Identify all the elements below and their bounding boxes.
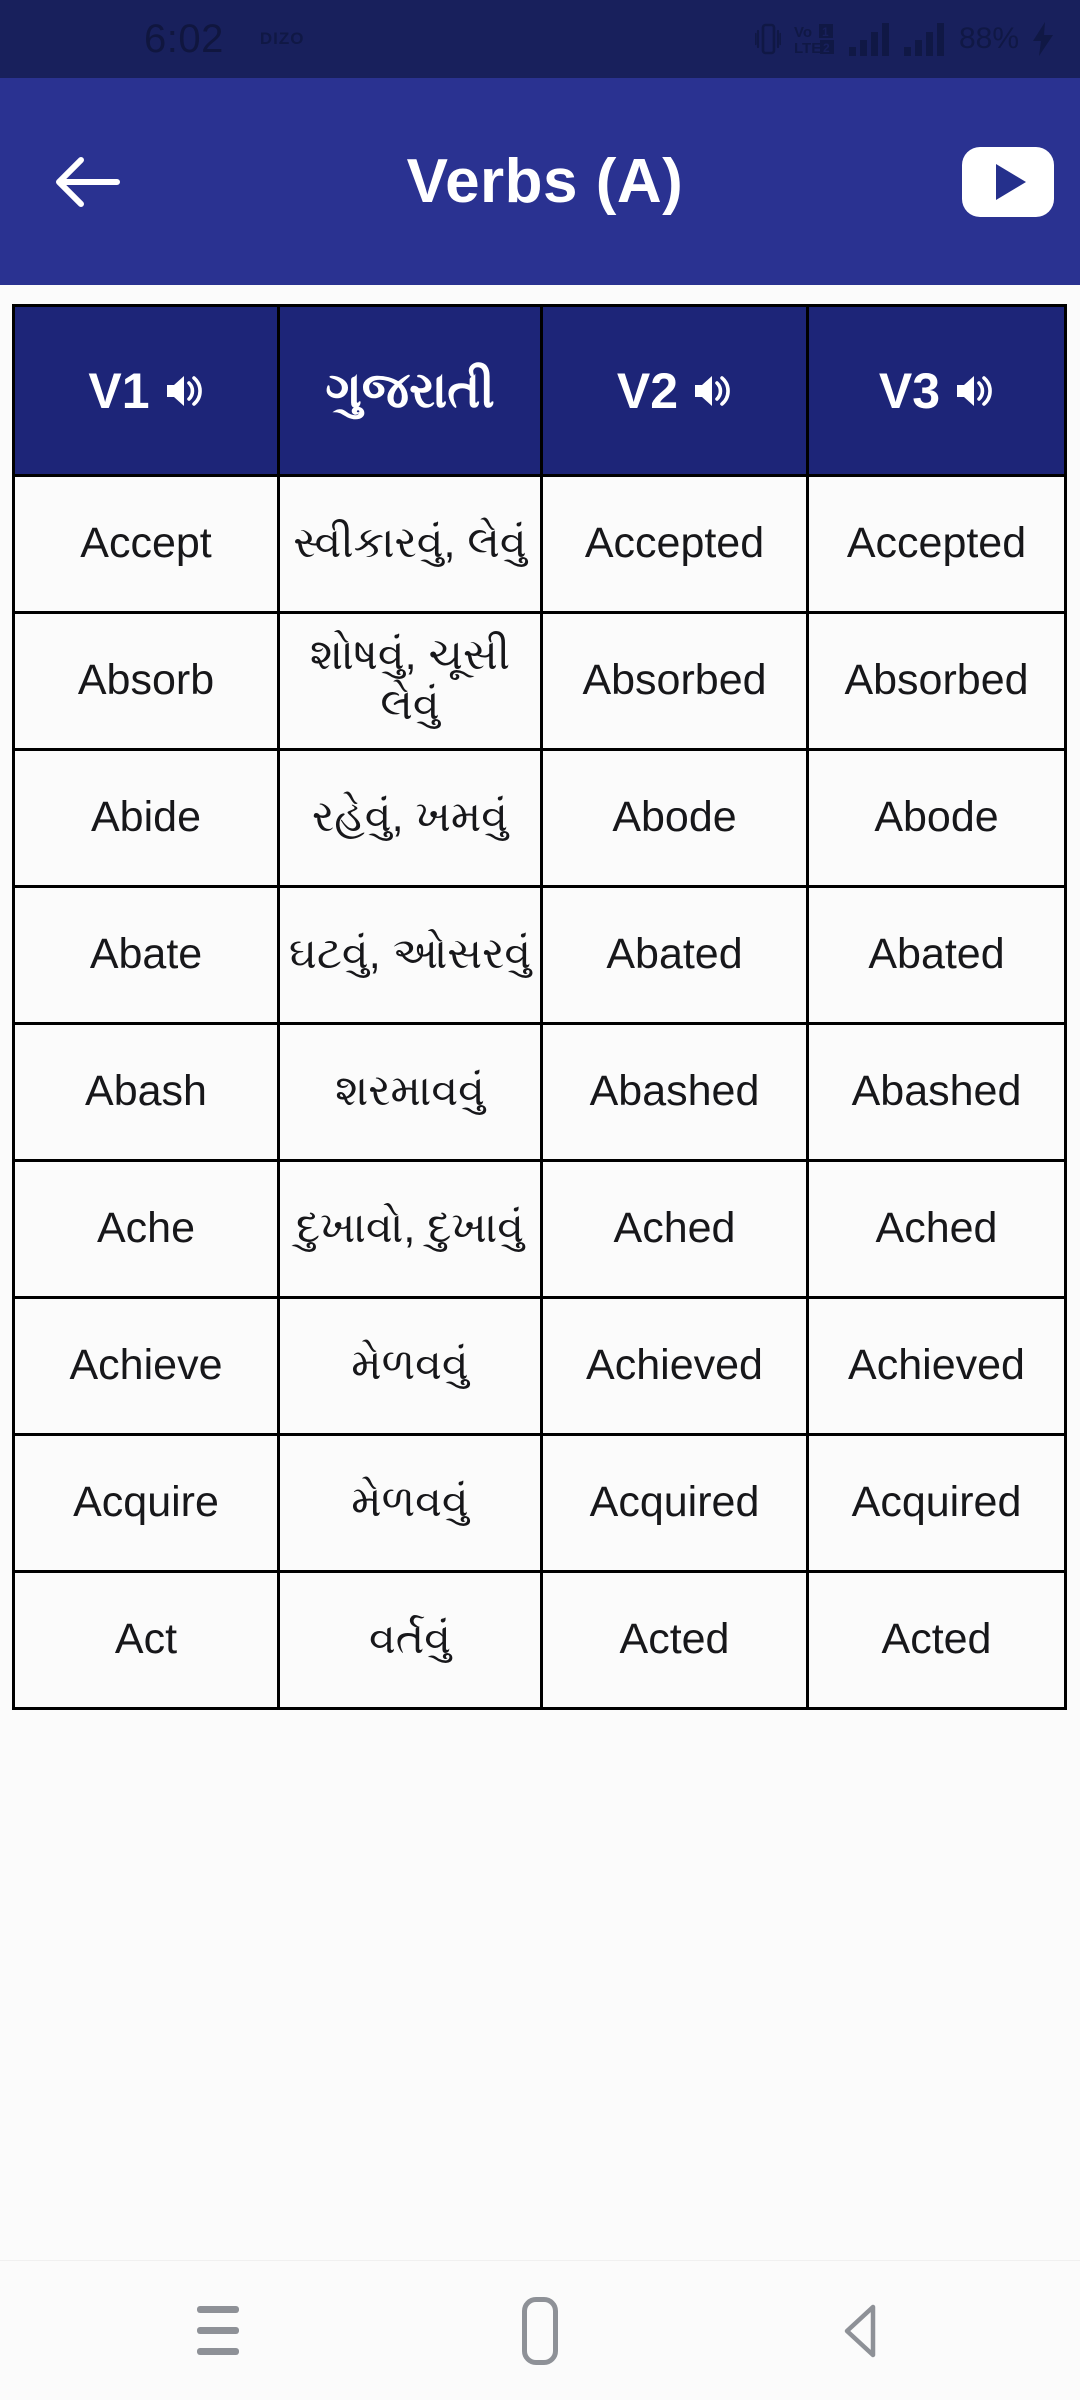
nav-back-button[interactable]: [807, 2276, 917, 2386]
status-bar: 6:02 DIZO Vo 1 LTE 2 88%: [0, 0, 1080, 78]
cell-gujarati[interactable]: રહેવું, ખમવું: [277, 748, 543, 888]
youtube-icon: [996, 163, 1026, 200]
cell-gujarati[interactable]: શરમાવવું: [277, 1022, 543, 1162]
table-row[interactable]: Achieve મેળવવું Achieved Achieved: [12, 1296, 1067, 1436]
cell-v2[interactable]: Absorbed: [540, 611, 809, 751]
cell-v1[interactable]: Accept: [12, 474, 280, 614]
signal-bars-icon-2: [903, 23, 944, 56]
app-bar: Verbs (A): [0, 78, 1080, 285]
home-button[interactable]: [485, 2276, 595, 2386]
verb-table-scroll-area[interactable]: V1 ગુજરાતી V2 V3 Accept સ્વીકારવું, લેવુ…: [0, 285, 1080, 2260]
svg-text:1: 1: [822, 25, 829, 39]
cell-v2[interactable]: Abode: [540, 748, 809, 888]
table-row[interactable]: Ache દુખાવો, દુખાવું Ached Ached: [12, 1159, 1067, 1299]
cell-v3[interactable]: Abashed: [806, 1022, 1067, 1162]
cell-gujarati[interactable]: દુખાવો, દુખાવું: [277, 1159, 543, 1299]
battery-percentage: 88%: [958, 22, 1019, 55]
cell-v3[interactable]: Absorbed: [806, 611, 1067, 751]
svg-text:LTE: LTE: [794, 40, 821, 56]
table-row[interactable]: Abide રહેવું, ખમવું Abode Abode: [12, 748, 1067, 888]
cell-v1[interactable]: Abide: [12, 748, 280, 888]
cell-v3[interactable]: Abode: [806, 748, 1067, 888]
speaker-icon[interactable]: [164, 373, 204, 409]
table-row[interactable]: Act વર્તવું Acted Acted: [12, 1570, 1067, 1710]
cell-v2[interactable]: Accepted: [540, 474, 809, 614]
recents-menu-icon: [197, 2306, 239, 2355]
cell-v1[interactable]: Act: [12, 1570, 280, 1710]
column-header-v2[interactable]: V2: [540, 304, 809, 477]
cell-v2[interactable]: Abashed: [540, 1022, 809, 1162]
column-header-v3[interactable]: V3: [806, 304, 1067, 477]
column-header-v2-label: V2: [616, 362, 679, 419]
volte-icon: Vo 1 LTE 2: [794, 24, 834, 56]
cell-v1[interactable]: Abate: [12, 885, 280, 1025]
youtube-button[interactable]: [962, 146, 1054, 217]
column-header-v3-label: V3: [878, 362, 941, 419]
home-icon: [522, 2296, 558, 2365]
cell-v1[interactable]: Abash: [12, 1022, 280, 1162]
verb-table-header: V1 ગુજરાતી V2 V3: [12, 304, 1067, 477]
cell-v2[interactable]: Ached: [540, 1159, 809, 1299]
table-row[interactable]: Abate ઘટવું, ઓસરવું Abated Abated: [12, 885, 1067, 1025]
table-header-row: V1 ગુજરાતી V2 V3: [12, 304, 1067, 477]
android-nav-bar: [0, 2260, 1080, 2400]
cell-v1[interactable]: Achieve: [12, 1296, 280, 1436]
table-row[interactable]: Accept સ્વીકારવું, લેવું Accepted Accept…: [12, 474, 1067, 614]
cell-gujarati[interactable]: ઘટવું, ઓસરવું: [277, 885, 543, 1025]
table-row[interactable]: Abash શરમાવવું Abashed Abashed: [12, 1022, 1067, 1162]
cell-v2[interactable]: Acted: [540, 1570, 809, 1710]
cell-v3[interactable]: Acted: [806, 1570, 1067, 1710]
table-row[interactable]: Acquire મેળવવું Acquired Acquired: [12, 1433, 1067, 1573]
cell-v3[interactable]: Abated: [806, 885, 1067, 1025]
status-bar-carrier: DIZO: [259, 29, 305, 48]
cell-v3[interactable]: Achieved: [806, 1296, 1067, 1436]
vibrate-icon: [754, 23, 781, 55]
svg-text:Vo: Vo: [794, 24, 812, 41]
signal-bars-icon-1: [848, 23, 889, 56]
status-bar-time: 6:02: [144, 16, 224, 61]
cell-gujarati[interactable]: વર્તવું: [277, 1570, 543, 1710]
status-bar-icons: Vo 1 LTE 2 88%: [754, 22, 1054, 56]
recents-button[interactable]: [163, 2276, 273, 2386]
cell-gujarati[interactable]: સ્વીકારવું, લેવું: [277, 474, 543, 614]
cell-v1[interactable]: Ache: [12, 1159, 280, 1299]
column-header-gujarati[interactable]: ગુજરાતી: [277, 304, 543, 477]
cell-v2[interactable]: Acquired: [540, 1433, 809, 1573]
cell-v2[interactable]: Abated: [540, 885, 809, 1025]
verb-table: V1 ગુજરાતી V2 V3 Accept સ્વીકારવું, લેવુ…: [12, 304, 1067, 1710]
back-arrow-icon: [56, 156, 120, 207]
cell-gujarati[interactable]: શોષવું, ચૂસી લેવું: [277, 611, 543, 751]
cell-v1[interactable]: Acquire: [12, 1433, 280, 1573]
verb-table-body: Accept સ્વીકારવું, લેવું Accepted Accept…: [12, 474, 1067, 1710]
cell-gujarati[interactable]: મેળવવું: [277, 1433, 543, 1573]
cell-v2[interactable]: Achieved: [540, 1296, 809, 1436]
page-title: Verbs (A): [406, 147, 684, 216]
svg-text:2: 2: [823, 41, 830, 55]
cell-v3[interactable]: Accepted: [806, 474, 1067, 614]
cell-v3[interactable]: Acquired: [806, 1433, 1067, 1573]
column-header-v1-label: V1: [88, 362, 150, 419]
cell-gujarati[interactable]: મેળવવું: [277, 1296, 543, 1436]
cell-v3[interactable]: Ached: [806, 1159, 1067, 1299]
speaker-icon[interactable]: [954, 373, 994, 409]
column-header-v1[interactable]: V1: [12, 304, 280, 477]
speaker-icon[interactable]: [692, 373, 732, 409]
cell-v1[interactable]: Absorb: [12, 611, 280, 751]
charging-bolt-icon: [1033, 22, 1053, 56]
column-header-gujarati-label: ગુજરાતી: [325, 362, 495, 418]
table-row[interactable]: Absorb શોષવું, ચૂસી લેવું Absorbed Absor…: [12, 611, 1067, 751]
nav-back-icon: [844, 2304, 876, 2357]
